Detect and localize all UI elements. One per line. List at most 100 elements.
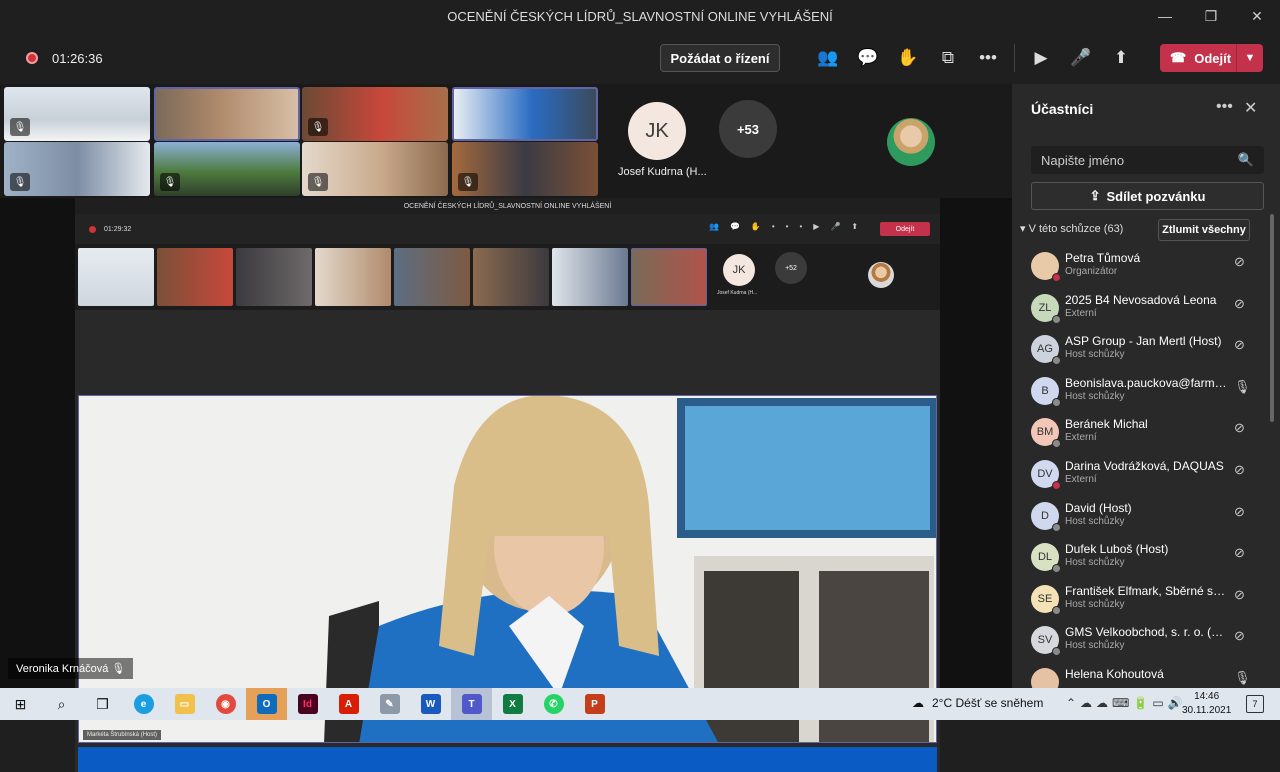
mic-icon[interactable]: 🎙 <box>1234 379 1251 395</box>
task-view-icon[interactable]: ❒ <box>82 688 123 720</box>
mic-muted-icon[interactable]: ⊘ <box>1234 296 1245 312</box>
leave-button[interactable]: ☎ Odejít ▼ <box>1160 44 1263 72</box>
outlook-icon[interactable]: O <box>246 688 287 720</box>
whatsapp-icon[interactable]: ✆ <box>533 688 574 720</box>
word-icon[interactable]: W <box>410 688 451 720</box>
presence-status <box>1052 481 1061 490</box>
mic-muted-icon[interactable]: ⊘ <box>1234 628 1245 644</box>
powerpoint-icon[interactable]: P <box>574 688 615 720</box>
share-invite-button[interactable]: ⇪ Sdílet pozvánku <box>1031 182 1264 210</box>
participant-name: GMS Velkoobchod, s. r. o. (Ho... <box>1065 625 1230 640</box>
more-actions-icon[interactable]: ••• <box>968 38 1008 78</box>
participant-role: Host schůzky <box>1065 557 1125 569</box>
mic-muted-icon: 🎙 <box>160 173 180 191</box>
clock-time: 14:46 <box>1194 691 1220 702</box>
minimize-icon[interactable]: — <box>1142 0 1188 32</box>
camera-off-icon[interactable]: ▶ <box>1021 38 1061 78</box>
presence-status <box>1052 564 1061 574</box>
participant-list: Petra Tůmová Organizátor ⊘ ZL 2025 B4 Nevosa… <box>1012 244 1268 688</box>
edge-icon[interactable]: e <box>123 688 164 720</box>
video-tile <box>236 248 312 306</box>
participant-row[interactable]: BM Beránek Michal Externí ⊘ <box>1012 410 1268 452</box>
teams-icon[interactable]: T <box>451 688 492 720</box>
mic-muted-icon: 🎙 <box>308 173 328 191</box>
video-tile[interactable]: 🎙 <box>4 87 150 141</box>
paint-icon[interactable]: ✎ <box>369 688 410 720</box>
presence-status <box>1052 439 1061 449</box>
video-tile <box>78 248 154 306</box>
request-control-button[interactable]: Požádat o řízení <box>660 44 780 72</box>
acrobat-icon[interactable]: A <box>328 688 369 720</box>
participant-row[interactable]: AG ASP Group - Jan Mertl (Host) Host schůz… <box>1012 327 1268 369</box>
reactions-icon[interactable]: ✋ <box>888 38 928 78</box>
shared-toolbar: 01:29:32 👥💬✋•••▶🎤⬆ Odejít <box>75 214 940 244</box>
clock[interactable]: 14:46 30.11.2021 <box>1182 690 1231 718</box>
windows-start-icon[interactable]: ⊞ <box>0 688 41 720</box>
video-tile[interactable] <box>452 87 598 141</box>
video-tile[interactable] <box>154 87 300 141</box>
participant-row[interactable]: Helena Kohoutová 🎙 <box>1012 660 1268 688</box>
system-tray-icons[interactable]: ⌃☁☁⌨🔋▭🔊 <box>1066 696 1187 710</box>
share-screen-icon[interactable]: ⬆ <box>1101 38 1141 78</box>
avatar-jk[interactable]: JK <box>628 102 686 160</box>
video-tile[interactable]: 🎙 <box>302 142 448 196</box>
mic-muted-icon[interactable]: ⊘ <box>1234 587 1245 603</box>
participant-row[interactable]: SV GMS Velkoobchod, s. r. o. (Ho... Host s… <box>1012 618 1268 660</box>
chrome-icon[interactable]: ◉ <box>205 688 246 720</box>
excel-icon[interactable]: X <box>492 688 533 720</box>
mic-muted-icon[interactable]: ⊘ <box>1234 337 1245 353</box>
divider <box>1014 44 1015 72</box>
avatar[interactable] <box>887 118 935 166</box>
weather-text: 2°C Déšť se sněhem <box>932 696 1044 710</box>
participant-row[interactable]: SE František Elfmark, Sběrné sur... Host s… <box>1012 577 1268 619</box>
participant-role: Host schůzky <box>1065 349 1125 361</box>
presence-status <box>1052 314 1061 324</box>
chat-icon[interactable]: 💬 <box>848 38 888 78</box>
section-header[interactable]: ▾ V této schůzce (63) <box>1020 222 1123 235</box>
participant-role: Externí <box>1065 307 1097 319</box>
video-tile[interactable]: 🎙 <box>154 142 300 196</box>
video-tile <box>157 248 233 306</box>
local-user-label: Veronika Krnáčová 🎙 <box>8 658 134 679</box>
weather-widget[interactable]: ☁ 2°C Déšť se sněhem <box>912 696 1043 710</box>
mic-muted-icon[interactable]: ⊘ <box>1234 462 1245 478</box>
close-icon[interactable]: ✕ <box>1244 98 1257 118</box>
search-input[interactable]: Napište jméno 🔍 <box>1031 146 1264 174</box>
shared-participant-strip: JK Josef Kudrna (H... +52 <box>75 244 940 310</box>
chevron-down-icon[interactable]: ▼ <box>1236 44 1263 72</box>
participant-row[interactable]: ZL 2025 B4 Nevosadová Leona Externí ⊘ <box>1012 286 1268 328</box>
video-tile[interactable]: 🎙 <box>4 142 150 196</box>
mic-muted-icon[interactable]: ⊘ <box>1234 254 1245 270</box>
notifications-icon[interactable]: 7 <box>1246 695 1264 713</box>
video-tile[interactable]: 🎙 <box>302 87 448 141</box>
avatar <box>1031 668 1059 688</box>
participants-icon[interactable]: 👥 <box>808 38 848 78</box>
mic-muted-icon: 🎙 <box>308 118 328 136</box>
indesign-icon[interactable]: Id <box>287 688 328 720</box>
participant-name: Helena Kohoutová <box>1065 667 1164 681</box>
mic-muted-icon[interactable]: ⊘ <box>1234 420 1245 436</box>
presence-status <box>1052 273 1061 282</box>
mic-off-icon[interactable]: 🎤 <box>1061 38 1101 78</box>
participant-name: Petra Tůmová <box>1065 251 1141 265</box>
mic-muted-icon[interactable]: ⊘ <box>1234 545 1245 561</box>
leave-main[interactable]: ☎ Odejít <box>1160 50 1236 66</box>
file-explorer-icon[interactable]: ▭ <box>164 688 205 720</box>
participant-row[interactable]: B Beonislava.pauckova@farmak... Host schůz… <box>1012 369 1268 411</box>
search-icon[interactable]: ⌕ <box>41 688 82 720</box>
close-icon[interactable]: ✕ <box>1234 0 1280 32</box>
overflow-participants[interactable]: +53 <box>719 100 777 158</box>
participant-row[interactable]: DL Dufek Luboš (Host) Host schůzky ⊘ <box>1012 535 1268 577</box>
mic-muted-icon[interactable]: ⊘ <box>1234 504 1245 520</box>
participant-row[interactable]: Petra Tůmová Organizátor ⊘ <box>1012 244 1268 286</box>
participant-row[interactable]: D David (Host) Host schůzky ⊘ <box>1012 494 1268 536</box>
maximize-icon[interactable]: ❐ <box>1188 0 1234 32</box>
more-options-icon[interactable]: ••• <box>1216 98 1233 116</box>
mic-icon[interactable]: 🎙 <box>1234 670 1251 686</box>
scrollbar[interactable] <box>1270 214 1274 422</box>
mute-all-button[interactable]: Ztlumit všechny <box>1158 219 1250 241</box>
participant-name: Beonislava.pauckova@farmak... <box>1065 375 1230 390</box>
participant-row[interactable]: DV Darina Vodrážková, DAQUAS Externí ⊘ <box>1012 452 1268 494</box>
rooms-icon[interactable]: ⧉ <box>928 38 968 78</box>
video-tile[interactable]: 🎙 <box>452 142 598 196</box>
